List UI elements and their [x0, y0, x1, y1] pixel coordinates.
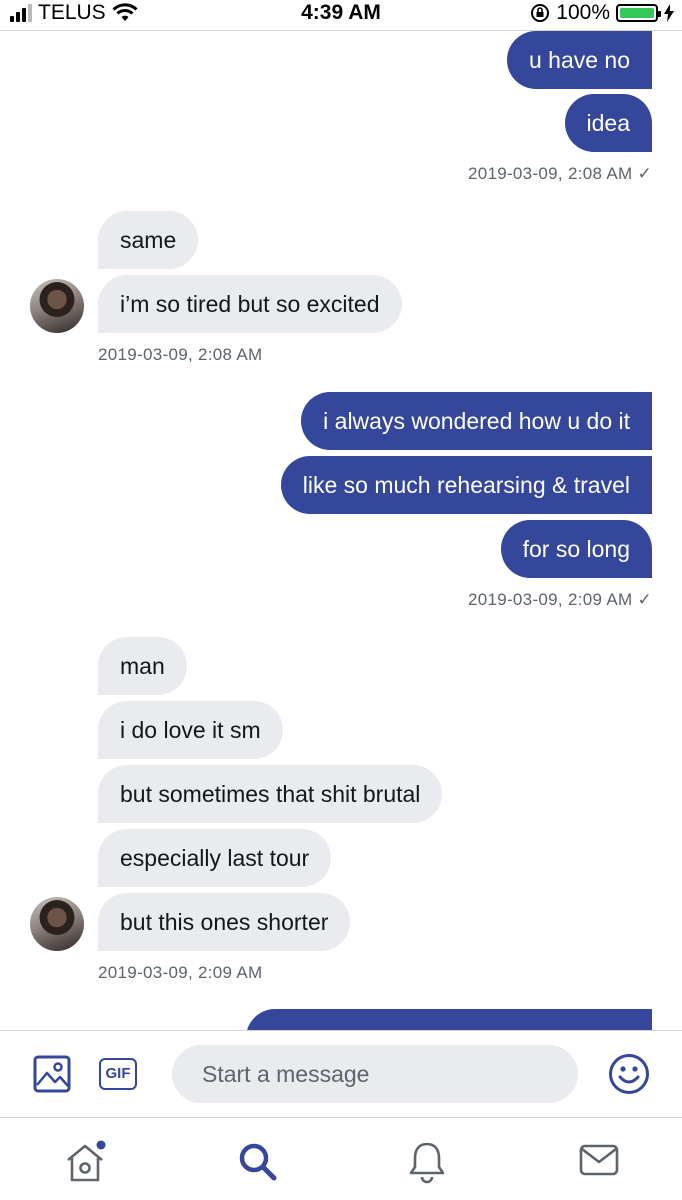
dm-conversation-screen: TELUS 4:39 AM 100% u have no idea 2019-0…	[0, 0, 682, 1200]
message-timestamp: 2019-03-09, 2:09 AM	[98, 963, 263, 982]
incoming-message-bubble[interactable]: i do love it sm	[98, 701, 283, 759]
incoming-message-bubble[interactable]: same	[98, 211, 199, 269]
outgoing-message-bubble[interactable]: idea	[564, 94, 652, 152]
notifications-bell-icon[interactable]	[406, 1140, 448, 1184]
battery-percent: 100%	[556, 1, 610, 24]
message-timestamp: 2019-03-09, 2:08 AM ✓	[467, 164, 652, 183]
incoming-message-bubble[interactable]: but sometimes that shit brutal	[98, 765, 443, 823]
outgoing-message-bubble[interactable]: for so long	[500, 520, 652, 578]
image-icon[interactable]	[33, 1055, 71, 1093]
avatar[interactable]	[30, 279, 84, 333]
gif-button[interactable]: GIF	[99, 1058, 137, 1090]
status-right: 100%	[530, 1, 674, 25]
messages-envelope-icon[interactable]	[578, 1140, 620, 1180]
status-bar: TELUS 4:39 AM 100%	[0, 0, 682, 30]
search-icon[interactable]	[236, 1140, 280, 1184]
orientation-lock-icon	[531, 4, 550, 22]
smiley-icon[interactable]	[608, 1053, 650, 1095]
bottom-tab-bar	[0, 1117, 682, 1200]
outgoing-message-bubble[interactable]: like so much rehearsing & travel	[280, 456, 652, 514]
outgoing-message-bubble[interactable]: u have no	[506, 31, 652, 89]
home-icon[interactable]	[64, 1140, 110, 1186]
incoming-message-bubble[interactable]: but this ones shorter	[98, 893, 351, 951]
incoming-message-bubble[interactable]: i’m so tired but so excited	[98, 275, 402, 333]
charging-bolt-icon	[664, 4, 674, 22]
avatar[interactable]	[30, 897, 84, 951]
message-timestamp: 2019-03-09, 2:09 AM ✓	[467, 590, 652, 609]
compose-bar: GIF Start a message	[0, 1030, 682, 1116]
battery-icon	[616, 4, 661, 22]
message-timestamp: 2019-03-09, 2:08 AM	[98, 345, 263, 364]
outgoing-message-bubble[interactable]: i always wondered how u do it	[301, 392, 652, 450]
message-input[interactable]: Start a message	[172, 1045, 578, 1103]
incoming-message-bubble[interactable]: especially last tour	[98, 829, 332, 887]
status-divider	[0, 30, 682, 31]
incoming-message-bubble[interactable]: man	[98, 637, 187, 695]
